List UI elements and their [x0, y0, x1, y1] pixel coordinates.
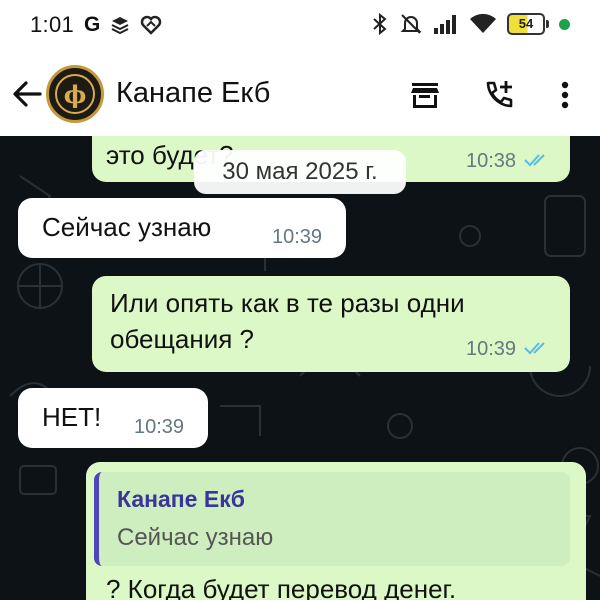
avatar-logo-icon: ϕ	[55, 74, 95, 114]
status-bar-left: 1:01 G	[30, 12, 162, 38]
battery-level: 54	[507, 13, 545, 35]
message-text-line1: Или опять как в те разы одни	[110, 288, 465, 318]
message-text: ? Когда будет перевод денег.	[106, 574, 457, 600]
status-bar: 1:01 G 54	[0, 0, 600, 54]
signal-icon	[434, 15, 456, 34]
message-bubble-incoming[interactable]: НЕТ! 10:39	[18, 388, 208, 448]
message-bubble-outgoing[interactable]: Канапе Екб Сейчас узнаю ? Когда будет пе…	[86, 462, 586, 600]
message-bubble-outgoing[interactable]: Или опять как в те разы одни обещания ? …	[92, 276, 570, 372]
mute-icon	[400, 14, 422, 34]
bluetooth-icon	[373, 12, 387, 36]
quote-sender: Канапе Екб	[117, 486, 245, 512]
store-icon[interactable]	[408, 78, 442, 112]
message-text: НЕТ!	[42, 402, 102, 432]
heart-icon	[141, 15, 162, 35]
google-icon: G	[84, 13, 101, 36]
message-time: 10:39	[466, 338, 517, 360]
avatar[interactable]: ϕ	[46, 65, 104, 123]
dot-icon	[559, 18, 570, 30]
date-chip: 30 мая 2025 г.	[194, 150, 406, 194]
chat-header: ϕ Канапе Екб	[0, 54, 600, 136]
reply-quote[interactable]: Канапе Екб Сейчас узнаю	[94, 472, 570, 566]
more-vert-icon[interactable]	[550, 78, 580, 112]
battery-icon: 54	[507, 13, 549, 35]
back-arrow-icon[interactable]	[10, 76, 46, 112]
chat-area[interactable]: это будет? 10:38 30 мая 2025 г. Сейчас у…	[0, 136, 600, 600]
read-ticks-icon	[524, 342, 545, 355]
read-ticks-icon	[524, 154, 545, 167]
message-time: 10:39	[272, 226, 323, 248]
wifi-icon	[470, 13, 496, 33]
message-text-line2: обещания ?	[110, 324, 255, 354]
status-bar-right: 54	[371, 12, 570, 36]
message-bubble-incoming[interactable]: Сейчас узнаю 10:39	[18, 198, 346, 258]
message-time: 10:38	[466, 150, 517, 172]
message-time: 10:39	[134, 416, 185, 438]
message-text: Сейчас узнаю	[42, 212, 212, 242]
add-call-icon[interactable]	[482, 78, 516, 112]
chat-title[interactable]: Канапе Екб	[116, 77, 270, 110]
quote-text: Сейчас узнаю	[117, 524, 274, 551]
status-time: 1:01	[30, 12, 75, 37]
layers-icon	[111, 17, 129, 35]
